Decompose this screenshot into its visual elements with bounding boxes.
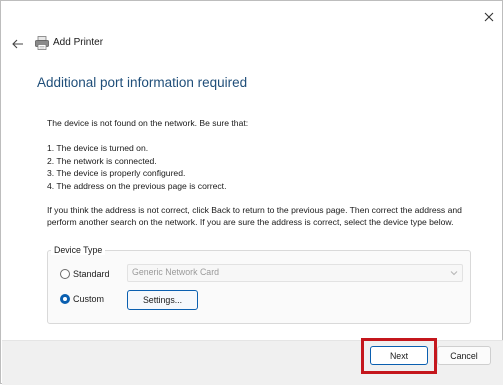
custom-radio-label[interactable]: Custom [73,294,104,304]
standard-radio[interactable] [60,269,70,279]
checklist-item: 3. The device is properly configured. [47,168,186,179]
checklist-item: 4. The address on the previous page is c… [47,180,227,191]
close-icon [484,12,494,22]
back-arrow-icon [12,39,23,49]
device-type-group [47,250,471,324]
add-printer-window: Add Printer Additional port information … [0,0,503,385]
instructions: The device is not found on the network. … [47,117,477,229]
intro-text: The device is not found on the network. … [47,118,249,128]
page-heading: Additional port information required [37,75,248,90]
checklist: 1. The device is turned on. 2. The netwo… [47,142,477,192]
chevron-down-icon [450,271,458,276]
next-button[interactable]: Next [370,346,428,365]
standard-radio-label[interactable]: Standard [73,269,110,279]
checklist-item: 2. The network is connected. [47,155,157,166]
custom-radio[interactable] [60,294,70,304]
cancel-button[interactable]: Cancel [437,346,491,365]
standard-device-value: Generic Network Card [132,267,220,277]
close-button[interactable] [479,7,499,27]
printer-icon [35,36,49,50]
wizard-title: Add Printer [53,37,104,48]
standard-device-select[interactable]: Generic Network Card [127,264,463,282]
explanation-text: If you think the address is not correct,… [47,205,462,228]
back-button[interactable] [9,35,27,53]
checklist-item: 1. The device is turned on. [47,143,149,154]
device-type-label: Device Type [51,245,106,255]
settings-button[interactable]: Settings... [127,290,198,310]
